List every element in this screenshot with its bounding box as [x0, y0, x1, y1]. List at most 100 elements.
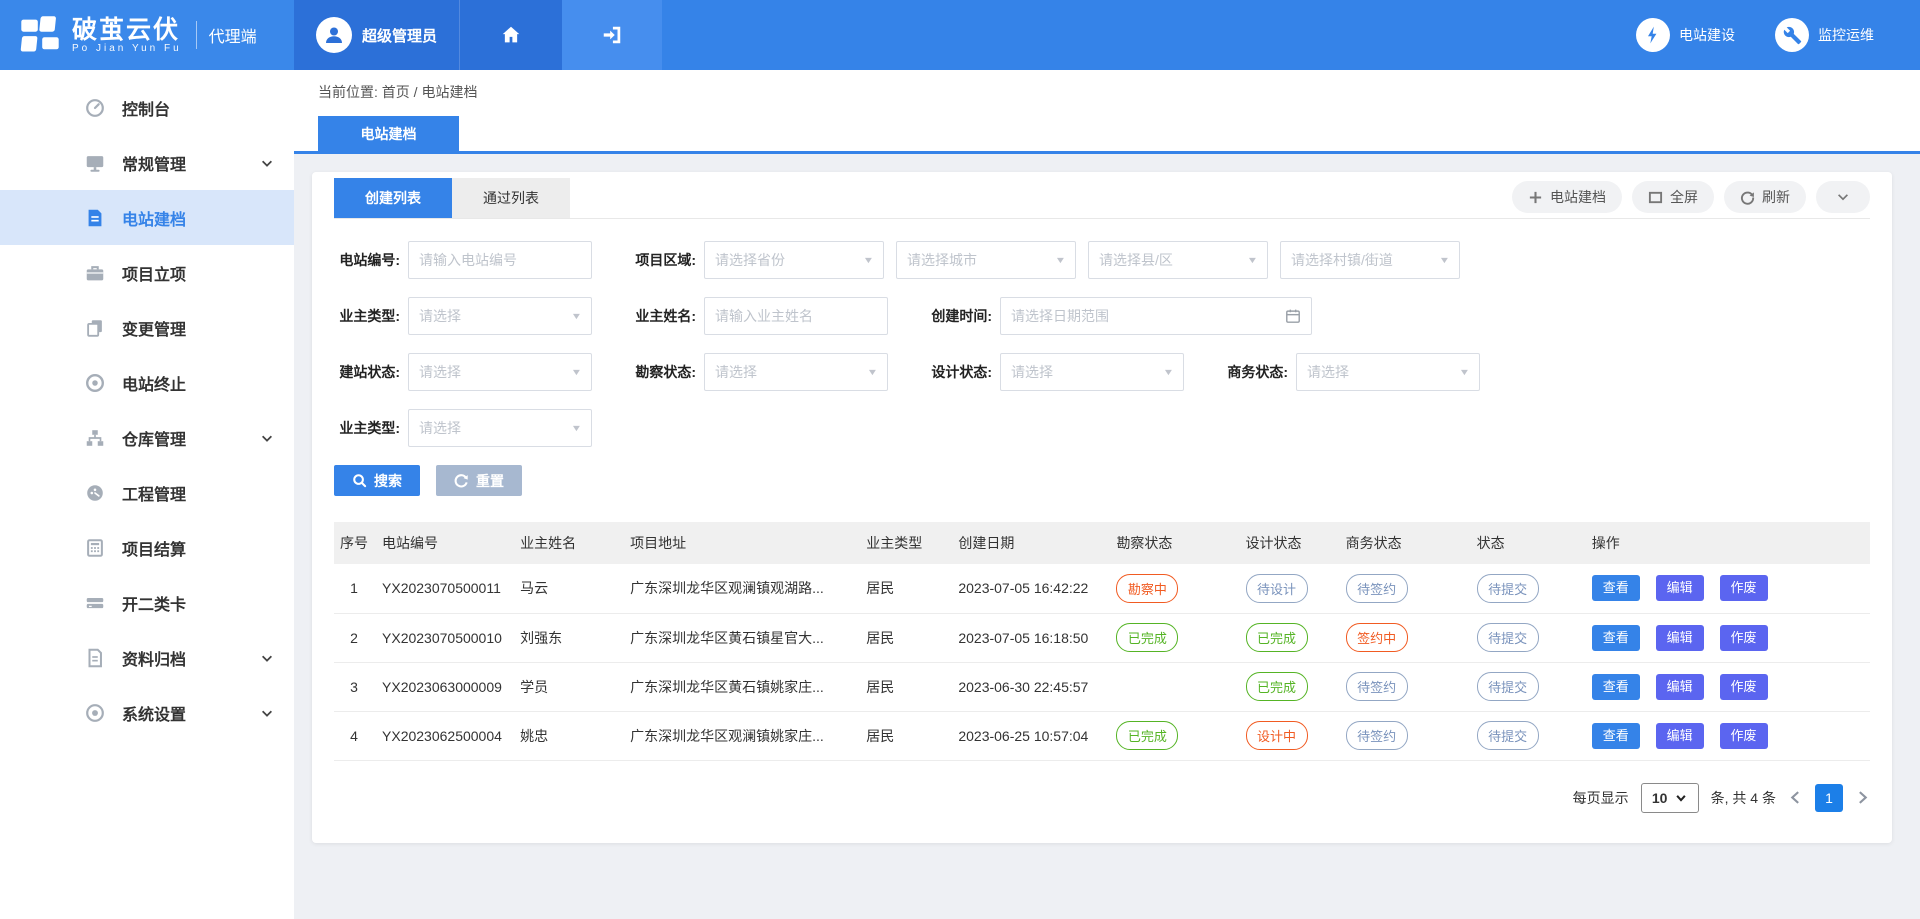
brand-logo-icon: [18, 13, 62, 57]
survey-status-select[interactable]: 请选择▼: [704, 353, 888, 391]
sidebar-item-system-settings[interactable]: 系统设置: [0, 685, 294, 740]
view-button[interactable]: 查看: [1592, 625, 1640, 651]
header: 破茧云伏 Po Jian Yun Fu 代理端 超级管理员: [0, 0, 1920, 70]
header-quicklinks: 电站建设 监控运维: [1636, 0, 1920, 70]
sidebar-item-general-management[interactable]: 常规管理: [0, 135, 294, 190]
edit-button[interactable]: 编辑: [1656, 575, 1704, 601]
sidebar-item-label: 资料归档: [122, 646, 186, 670]
page-tab-station-archive[interactable]: 电站建档: [318, 116, 459, 151]
briefcase-icon: [84, 262, 106, 284]
sidebar-item-station-archive[interactable]: 电站建档: [0, 190, 294, 245]
cell-station-code: YX2023062500004: [374, 711, 512, 760]
table-row: 2 YX2023070500010 刘强东 广东深圳龙华区黄石镇星官大... 居…: [334, 613, 1870, 662]
tab-pass-list[interactable]: 通过列表: [452, 178, 570, 218]
sidebar-item-label: 项目结算: [122, 536, 186, 560]
design-status-label: 设计状态:: [926, 362, 992, 382]
logout-button[interactable]: [562, 0, 662, 70]
view-button[interactable]: 查看: [1592, 674, 1640, 700]
filter-owner-type-2: 业主类型: 请选择▼: [334, 409, 592, 447]
town-select[interactable]: 请选择村镇/街道▼: [1280, 241, 1460, 279]
quicklink-monitor-ops[interactable]: 监控运维: [1775, 18, 1874, 52]
edit-button[interactable]: 编辑: [1656, 674, 1704, 700]
void-button[interactable]: 作废: [1720, 674, 1768, 700]
owner-name-label: 业主姓名:: [630, 306, 696, 326]
logout-icon: [601, 24, 623, 46]
station-code-input[interactable]: [408, 241, 592, 279]
filter-row-2: 业主类型: 请选择▼ 业主姓名: 创建时间: 请选择日期范围: [334, 297, 1870, 335]
per-page-select[interactable]: 10: [1641, 783, 1699, 813]
breadcrumb-path[interactable]: 首页 / 电站建档: [382, 82, 478, 102]
sidebar-item-data-archive[interactable]: 资料归档: [0, 630, 294, 685]
select-arrow-icon: ▼: [1163, 367, 1175, 377]
create-station-button[interactable]: 电站建档: [1512, 181, 1622, 213]
sidebar-item-engineering-management[interactable]: 工程管理: [0, 465, 294, 520]
tab-create-list[interactable]: 创建列表: [334, 178, 452, 218]
table-header-row: 序号 电站编号 业主姓名 项目地址 业主类型 创建日期 勘察状态 设计状态 商务…: [334, 522, 1870, 564]
brand-text: 破茧云伏 Po Jian Yun Fu: [72, 17, 182, 54]
edit-button[interactable]: 编辑: [1656, 723, 1704, 749]
breadcrumb: 当前位置: 首页 / 电站建档: [294, 70, 1920, 114]
filter-owner-type: 业主类型: 请选择▼: [334, 297, 592, 335]
sidebar-item-open-class2-card[interactable]: 开二类卡: [0, 575, 294, 630]
calculator-icon: [84, 537, 106, 559]
select-arrow-icon: ▼: [571, 367, 583, 377]
cell-index: 2: [334, 613, 374, 662]
filter-row-1: 电站编号: 项目区域: 请选择省份▼ 请选择城市▼ 请选择县/区▼ 请选择村镇/…: [334, 241, 1870, 279]
edit-button[interactable]: 编辑: [1656, 625, 1704, 651]
province-select[interactable]: 请选择省份▼: [704, 241, 884, 279]
panel-header: 创建列表 通过列表 电站建档: [334, 178, 1870, 219]
sidebar-item-project-initiation[interactable]: 项目立项: [0, 245, 294, 300]
cell-created: 2023-07-05 16:42:22: [950, 564, 1108, 613]
search-button[interactable]: 搜索: [334, 465, 420, 496]
void-button[interactable]: 作废: [1720, 625, 1768, 651]
monitor-icon: [84, 152, 106, 174]
void-button[interactable]: 作废: [1720, 575, 1768, 601]
prev-page-button[interactable]: [1788, 790, 1803, 805]
collapse-button[interactable]: [1816, 181, 1870, 213]
owner-type2-select[interactable]: 请选择▼: [408, 409, 592, 447]
city-select[interactable]: 请选择城市▼: [896, 241, 1076, 279]
design-status-select[interactable]: 请选择▼: [1000, 353, 1184, 391]
owner-type-label: 业主类型:: [334, 306, 400, 326]
sidebar-item-label: 系统设置: [122, 701, 186, 725]
filter-station-code: 电站编号:: [334, 241, 592, 279]
view-button[interactable]: 查看: [1592, 575, 1640, 601]
void-button[interactable]: 作废: [1720, 723, 1768, 749]
owner-name-input[interactable]: [704, 297, 888, 335]
user-avatar: [316, 17, 352, 53]
county-select[interactable]: 请选择县/区▼: [1088, 241, 1268, 279]
table-row: 1 YX2023070500011 马云 广东深圳龙华区观澜镇观湖路... 居民…: [334, 564, 1870, 613]
business-status-badge: 待签约: [1346, 574, 1408, 603]
view-button[interactable]: 查看: [1592, 723, 1640, 749]
sidebar-item-project-settlement[interactable]: 项目结算: [0, 520, 294, 575]
quicklink-station-build[interactable]: 电站建设: [1636, 18, 1735, 52]
page-number-button[interactable]: 1: [1815, 784, 1843, 812]
home-icon: [500, 24, 522, 46]
business-status-badge: 待签约: [1346, 721, 1408, 750]
sidebar-item-station-termination[interactable]: 电站终止: [0, 355, 294, 410]
owner-type-select[interactable]: 请选择▼: [408, 297, 592, 335]
chevron-down-icon: [260, 431, 274, 445]
home-button[interactable]: [459, 0, 562, 70]
filter-actions: 搜索 重置: [334, 465, 1870, 496]
col-owner-type: 业主类型: [858, 522, 950, 564]
next-page-button[interactable]: [1855, 790, 1870, 805]
cell-owner-type: 居民: [858, 613, 950, 662]
per-page-value: 10: [1652, 790, 1668, 806]
fullscreen-button[interactable]: 全屏: [1632, 181, 1714, 213]
select-arrow-icon: ▼: [1459, 367, 1471, 377]
refresh-label: 刷新: [1762, 187, 1790, 207]
quicklink-label: 监控运维: [1818, 25, 1874, 45]
business-status-select[interactable]: 请选择▼: [1296, 353, 1480, 391]
user-area[interactable]: 超级管理员: [294, 0, 459, 70]
sidebar-item-console[interactable]: 控制台: [0, 80, 294, 135]
build-status-select[interactable]: 请选择▼: [408, 353, 592, 391]
sidebar-item-warehouse-management[interactable]: 仓库管理: [0, 410, 294, 465]
business-status-label: 商务状态:: [1222, 362, 1288, 382]
date-range-input[interactable]: 请选择日期范围: [1000, 297, 1312, 335]
calendar-icon: [1285, 308, 1301, 324]
refresh-button[interactable]: 刷新: [1724, 181, 1806, 213]
reset-button[interactable]: 重置: [436, 465, 522, 496]
status-badge: 待提交: [1477, 574, 1539, 603]
sidebar-item-change-management[interactable]: 变更管理: [0, 300, 294, 355]
